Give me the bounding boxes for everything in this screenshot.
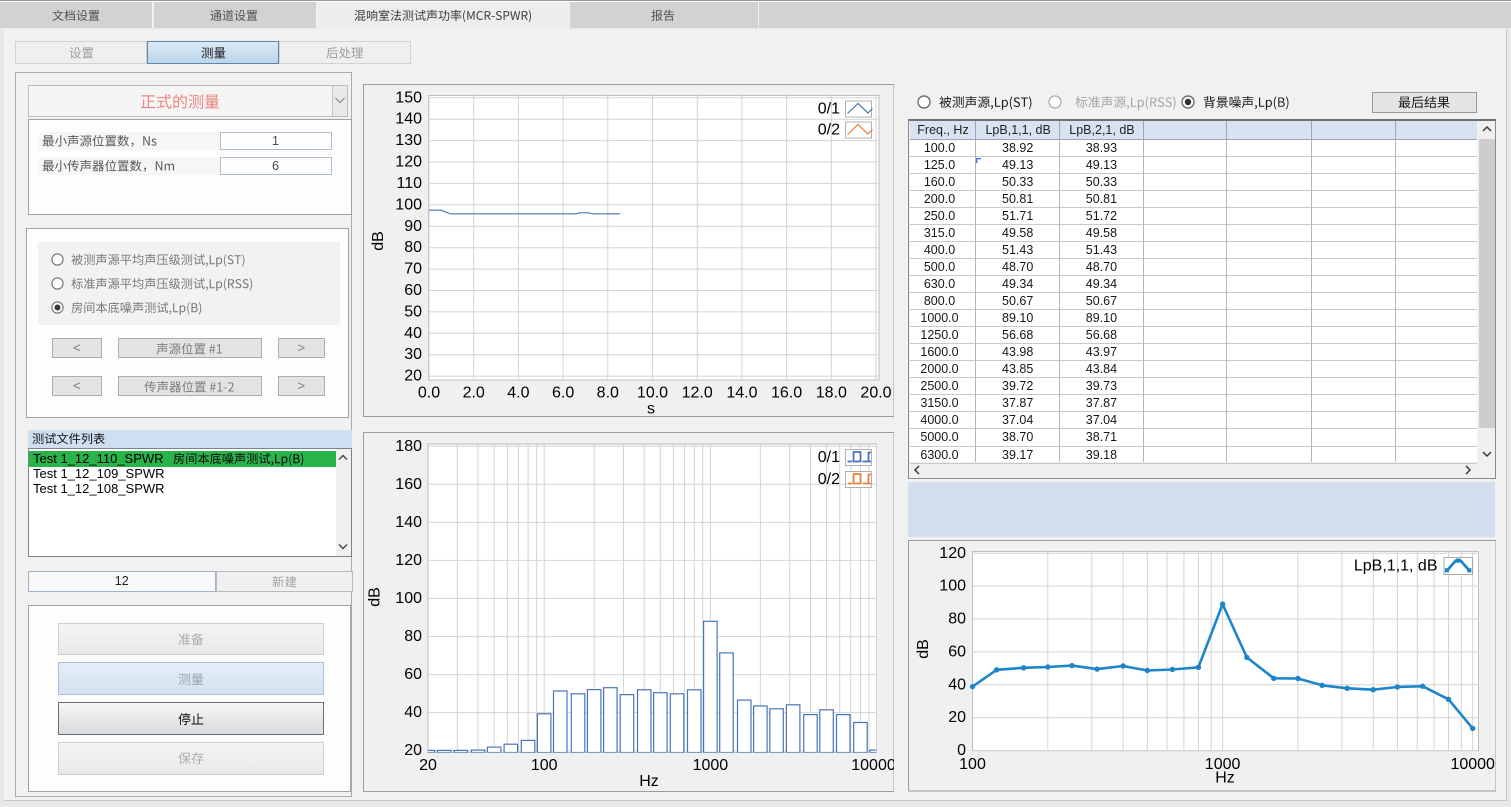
svg-text:14.0: 14.0 [726, 385, 757, 402]
svg-text:80: 80 [404, 628, 422, 645]
svg-text:140: 140 [395, 111, 422, 128]
svg-text:20.0: 20.0 [860, 385, 891, 402]
svg-text:100: 100 [530, 757, 557, 774]
svg-text:140: 140 [395, 514, 422, 531]
svg-text:120: 120 [939, 545, 966, 562]
svg-text:70: 70 [404, 261, 422, 278]
svg-text:40: 40 [404, 704, 422, 721]
svg-text:2.0: 2.0 [462, 385, 484, 402]
svg-text:90: 90 [404, 218, 422, 235]
svg-text:100: 100 [939, 578, 966, 595]
svg-text:12.0: 12.0 [681, 385, 712, 402]
svg-text:LpB,1,1, dB: LpB,1,1, dB [1353, 558, 1437, 575]
svg-text:60: 60 [404, 282, 422, 299]
svg-text:18.0: 18.0 [815, 385, 846, 402]
svg-text:10000: 10000 [1450, 756, 1495, 773]
svg-text:s: s [647, 401, 655, 418]
svg-text:20: 20 [948, 709, 966, 726]
svg-text:0/2: 0/2 [817, 122, 839, 139]
svg-text:120: 120 [395, 154, 422, 171]
svg-text:50: 50 [404, 303, 422, 320]
svg-text:100: 100 [395, 196, 422, 213]
svg-text:0/1: 0/1 [817, 101, 839, 118]
svg-text:60: 60 [948, 643, 966, 660]
svg-text:Hz: Hz [639, 773, 659, 790]
svg-text:20: 20 [419, 757, 437, 774]
svg-text:30: 30 [404, 346, 422, 363]
svg-text:8.0: 8.0 [596, 385, 618, 402]
svg-text:160: 160 [395, 476, 422, 493]
svg-text:180: 180 [395, 438, 422, 455]
svg-text:dB: dB [915, 639, 932, 659]
svg-text:130: 130 [395, 132, 422, 149]
svg-text:1000: 1000 [692, 757, 728, 774]
svg-text:80: 80 [404, 239, 422, 256]
svg-text:40: 40 [404, 325, 422, 342]
svg-text:120: 120 [395, 552, 422, 569]
svg-text:0/1: 0/1 [817, 449, 839, 466]
svg-text:100: 100 [959, 756, 986, 773]
svg-text:10.0: 10.0 [636, 385, 667, 402]
svg-text:Hz: Hz [1215, 770, 1235, 787]
svg-text:16.0: 16.0 [771, 385, 802, 402]
svg-text:60: 60 [404, 666, 422, 683]
svg-text:40: 40 [948, 676, 966, 693]
svg-text:110: 110 [396, 175, 422, 192]
svg-text:4.0: 4.0 [507, 385, 529, 402]
svg-text:10000: 10000 [851, 757, 894, 774]
svg-text:20: 20 [404, 368, 422, 385]
svg-text:80: 80 [948, 611, 966, 628]
svg-text:0/2: 0/2 [817, 471, 839, 488]
svg-text:150: 150 [395, 89, 422, 106]
svg-text:dB: dB [366, 587, 383, 607]
svg-text:0.0: 0.0 [417, 385, 439, 402]
svg-text:dB: dB [370, 231, 387, 251]
svg-text:6.0: 6.0 [551, 385, 573, 402]
svg-text:100: 100 [395, 590, 422, 607]
